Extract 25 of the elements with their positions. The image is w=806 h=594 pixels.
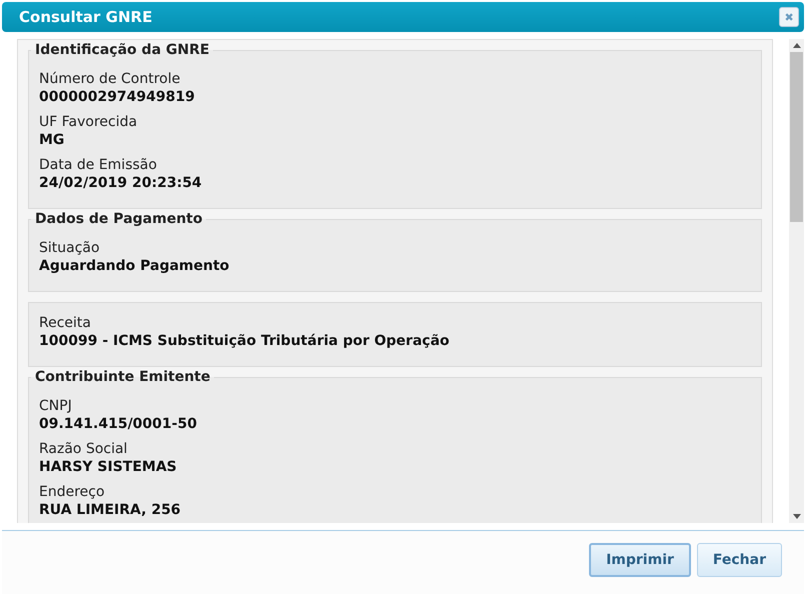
field-value: 0000002974949819 (39, 88, 196, 106)
window-title: Consultar GNRE (19, 8, 152, 26)
field-label: UF Favorecida (39, 114, 138, 131)
dialog-button[interactable]: Imprimir (589, 543, 691, 577)
scroll-up-icon[interactable] (792, 43, 800, 48)
field-label: Número de Controle (39, 71, 182, 88)
field-value: 09.141.415/0001-50 (39, 415, 198, 433)
field-value: MG (39, 131, 66, 149)
field-label: Razão Social (39, 441, 128, 458)
field-label: Receita (39, 315, 92, 332)
scroll-thumb[interactable] (790, 52, 803, 222)
field-value: Aguardando Pagamento (39, 257, 230, 275)
field-label: Situação (39, 240, 101, 257)
dialog-button[interactable]: Fechar (696, 543, 782, 577)
field-label: CNPJ (39, 398, 73, 415)
field-value: 100099 - ICMS Substituição Tributária por Operação (39, 332, 450, 350)
section-title: Dados de Pagamento (31, 211, 206, 227)
field-value: 24/02/2019 20:23:54 (39, 174, 203, 192)
field-value: RUA LIMEIRA, 256 (39, 501, 182, 519)
section-title: Identificação da GNRE (31, 42, 214, 58)
scroll-down-icon[interactable] (792, 514, 800, 519)
field-label: Endereço (39, 484, 106, 501)
field-value: HARSY SISTEMAS (39, 458, 178, 476)
field-label: Data de Emissão (39, 157, 158, 174)
scrollbar[interactable] (789, 39, 804, 523)
